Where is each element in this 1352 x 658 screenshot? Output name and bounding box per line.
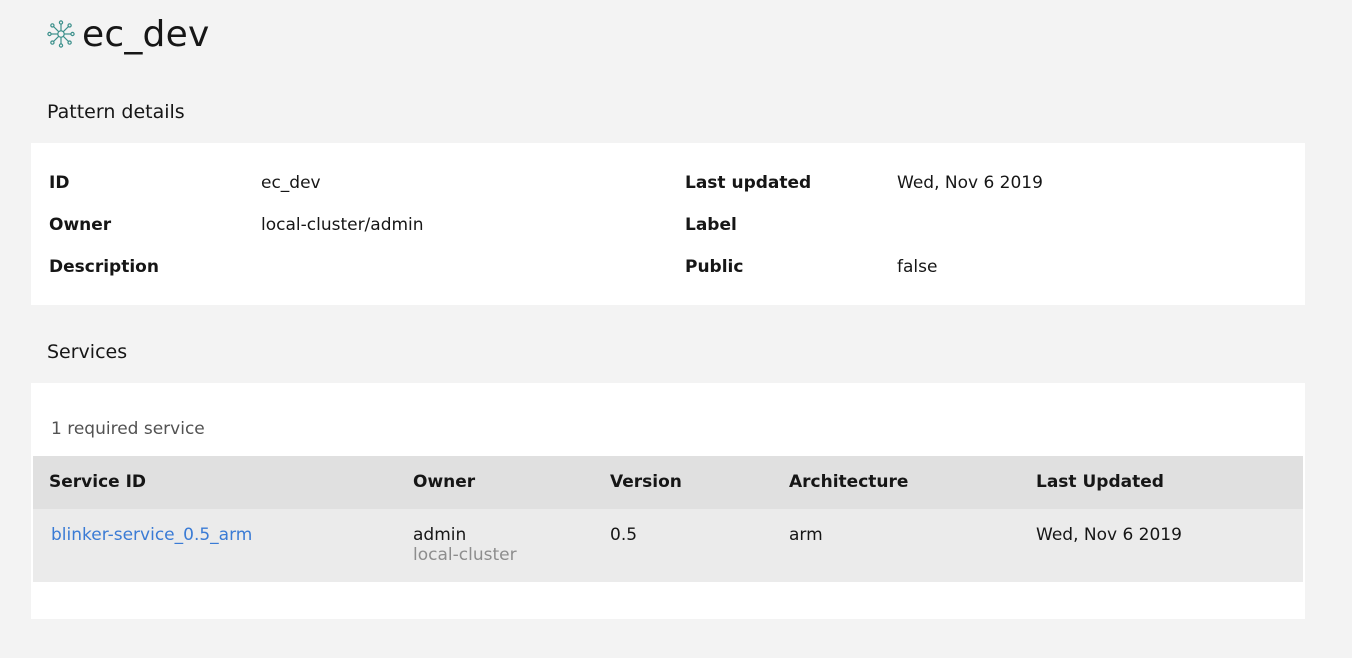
- public-value: false: [897, 257, 938, 277]
- id-value: ec_dev: [261, 173, 321, 193]
- service-owner-org: local-cluster: [413, 545, 517, 565]
- table-row: blinker-service_0.5_arm admin local-clus…: [33, 509, 1303, 582]
- pattern-details-heading: Pattern details: [47, 101, 185, 123]
- column-header-owner[interactable]: Owner: [413, 472, 475, 492]
- column-header-version[interactable]: Version: [610, 472, 682, 492]
- page-header: ec_dev: [46, 12, 209, 56]
- pattern-details-card: ID ec_dev Owner local-cluster/admin Desc…: [31, 143, 1305, 305]
- pattern-detail-page: ec_dev Pattern details ID ec_dev Owner l…: [0, 0, 1352, 658]
- column-header-service-id[interactable]: Service ID: [49, 472, 146, 492]
- public-label: Public: [685, 257, 744, 277]
- owner-label: Owner: [49, 215, 112, 235]
- last-updated-value: Wed, Nov 6 2019: [897, 173, 1043, 193]
- last-updated-label: Last updated: [685, 173, 812, 193]
- id-label: ID: [49, 173, 70, 193]
- service-owner-cell: admin local-cluster: [413, 525, 517, 565]
- service-version: 0.5: [610, 525, 638, 545]
- owner-value: local-cluster/admin: [261, 215, 424, 235]
- service-last-updated: Wed, Nov 6 2019: [1036, 525, 1182, 545]
- service-architecture: arm: [789, 525, 823, 545]
- services-card: 1 required service Service ID Owner Vers…: [31, 383, 1305, 619]
- pattern-network-icon: [47, 20, 75, 48]
- service-id-link[interactable]: blinker-service_0.5_arm: [51, 525, 252, 545]
- column-header-architecture[interactable]: Architecture: [789, 472, 908, 492]
- label-label: Label: [685, 215, 737, 235]
- services-heading: Services: [47, 341, 128, 363]
- services-table: Service ID Owner Version Architecture La…: [33, 456, 1303, 582]
- page-title: ec_dev: [82, 13, 210, 55]
- table-header-row: Service ID Owner Version Architecture La…: [33, 456, 1303, 509]
- service-owner: admin: [413, 525, 467, 545]
- column-header-last-updated[interactable]: Last Updated: [1036, 472, 1164, 492]
- description-label: Description: [49, 257, 159, 277]
- required-service-count: 1 required service: [51, 419, 205, 439]
